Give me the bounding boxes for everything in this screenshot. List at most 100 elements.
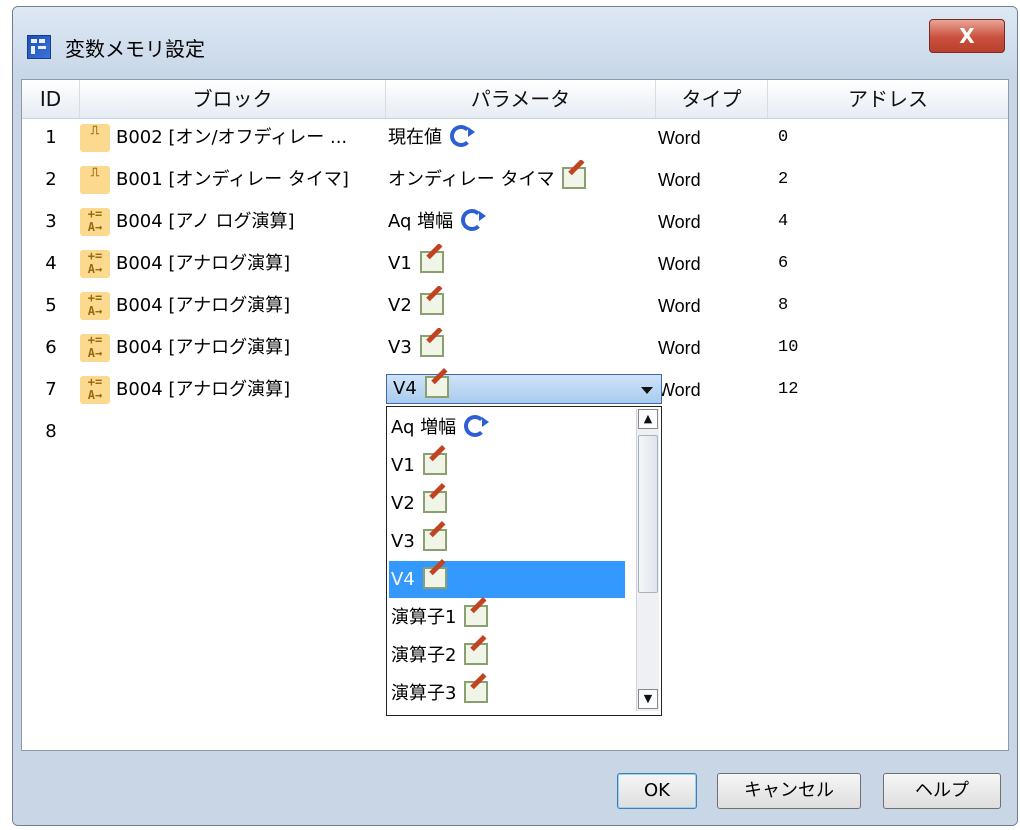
table-row[interactable]: 6 += A→ B004 [アナログ演算] V3 Word 10 [22,328,1008,368]
table-row[interactable]: 5 += A→ B004 [アナログ演算] V2 Word 8 [22,286,1008,326]
row-id: 4 [45,253,57,274]
row-address[interactable]: 4 [768,202,1017,242]
row-id: 1 [45,127,57,148]
title-bar[interactable]: 変数メモリ設定 X [13,7,1017,79]
dropdown-option[interactable]: V4 [389,561,625,598]
row-address[interactable] [768,412,1017,452]
row-parameter-label: V3 [388,337,412,358]
on-delay-icon: ⎍ [80,166,110,194]
row-parameter-label: 現在値 [388,127,442,148]
row-block[interactable]: B002 [オン/オフディレー ... [116,118,384,158]
ok-button[interactable]: OK [617,773,697,809]
scroll-up-icon[interactable]: ▲ [638,409,658,429]
chevron-down-icon[interactable] [641,387,653,394]
header-id[interactable]: ID [22,80,80,118]
parameter-combo[interactable]: V4 [386,374,662,404]
edit-icon [464,643,489,665]
row-block[interactable]: B004 [アナログ演算] [116,244,384,284]
row-address[interactable]: 8 [768,286,1017,326]
option-label: V1 [391,455,415,476]
row-block[interactable]: B004 [アナログ演算] [116,328,384,368]
dropdown-option[interactable]: Aq 増幅 [389,409,625,446]
edit-icon [464,681,489,703]
row-id: 6 [45,337,57,358]
option-label: V3 [391,531,415,552]
header-type[interactable]: タイプ [656,80,768,118]
close-button[interactable]: X [929,19,1005,53]
close-icon: X [959,24,975,48]
row-id: 7 [45,379,57,400]
row-parameter-label: Aq 増幅 [388,211,454,232]
row-type [658,412,768,452]
header-block[interactable]: ブロック [80,80,386,118]
option-label: 演算子3 [391,683,457,704]
row-block[interactable]: B004 [アナログ演算] [116,286,384,326]
scroll-down-icon[interactable]: ▼ [638,689,658,709]
analog-math-icon: += A→ [80,208,110,236]
dropdown-option[interactable]: 演算子2 [389,637,625,674]
row-id: 8 [45,421,57,442]
row-parameter[interactable]: V2 [388,286,658,326]
dropdown-option[interactable]: V1 [389,447,625,484]
scroll-thumb[interactable] [638,435,658,593]
row-type: Word [658,380,701,400]
row-parameter[interactable]: V3 [388,328,658,368]
table-row[interactable]: 3 += A→ B004 [アノ ログ演算] Aq 増幅 Word 4 [22,202,1008,242]
row-address[interactable]: 6 [768,244,1017,284]
row-id: 5 [45,295,57,316]
button-bar: OK キャンセル ヘルプ [13,751,1017,825]
row-parameter[interactable]: Aq 増幅 [388,202,658,242]
window-title: 変数メモリ設定 [65,37,205,61]
table-row[interactable]: 2 ⎍ B001 [オンディレー タイマ] オンディレー タイマ Word 2 [22,160,1008,200]
row-block[interactable] [116,412,384,452]
row-parameter[interactable]: V1 [388,244,658,284]
option-label: V4 [391,569,415,590]
row-parameter[interactable]: 現在値 [388,118,658,158]
row-id: 2 [45,169,57,190]
row-type: Word [658,212,701,232]
row-block[interactable]: B004 [アノ ログ演算] [116,202,384,242]
edit-icon [422,453,447,475]
dropdown-option[interactable]: V3 [389,523,625,560]
header-address[interactable]: アドレス [768,80,1008,118]
dropdown-option[interactable]: V2 [389,485,625,522]
edit-icon [422,529,447,551]
row-type: Word [658,254,701,274]
row-address[interactable]: 2 [768,160,1017,200]
row-address[interactable]: 10 [768,328,1017,368]
dropdown-option[interactable]: 演算子3 [389,675,625,712]
option-label: Aq 増幅 [391,417,457,438]
variable-table: ID ブロック パラメータ タイプ アドレス 1 ⎍ B002 [オン/オフディレー… [21,79,1009,751]
combo-selected-value: V4 [393,378,417,399]
edit-icon [422,567,447,589]
row-parameter-label: オンディレー タイマ [388,169,555,190]
refresh-icon [464,415,490,437]
row-type: Word [658,128,701,148]
edit-icon [419,335,444,357]
row-block[interactable]: B004 [アナログ演算] [116,370,384,410]
row-parameter-label: V1 [388,253,412,274]
table-header: ID ブロック パラメータ タイプ アドレス [22,80,1008,119]
row-type: Word [658,338,701,358]
help-button[interactable]: ヘルプ [883,773,1001,809]
row-address[interactable]: 0 [768,118,1017,158]
on-off-delay-icon: ⎍ [80,124,110,152]
row-type: Word [658,170,701,190]
dropdown-option[interactable]: 演算子1 [389,599,625,636]
refresh-icon [450,125,475,147]
edit-icon [424,376,449,398]
edit-icon [419,251,444,273]
edit-icon [419,293,444,315]
table-row[interactable]: 1 ⎍ B002 [オン/オフディレー ... 現在値 Word 0 [22,118,1008,158]
variable-memory-dialog: 変数メモリ設定 X ID ブロック パラメータ タイプ アドレス 1 ⎍ B002 … [12,6,1018,826]
table-row[interactable]: 4 += A→ B004 [アナログ演算] V1 Word 6 [22,244,1008,284]
cancel-button[interactable]: キャンセル [717,773,861,809]
row-block[interactable]: B001 [オンディレー タイマ] [116,160,384,200]
analog-math-icon: += A→ [80,334,110,362]
header-parameter[interactable]: パラメータ [386,80,656,118]
row-address[interactable]: 12 [768,370,1017,410]
dropdown-scrollbar[interactable]: ▲ ▼ [636,409,659,711]
analog-math-icon: += A→ [80,376,110,404]
refresh-icon [461,209,487,231]
row-parameter[interactable]: オンディレー タイマ [388,160,658,200]
